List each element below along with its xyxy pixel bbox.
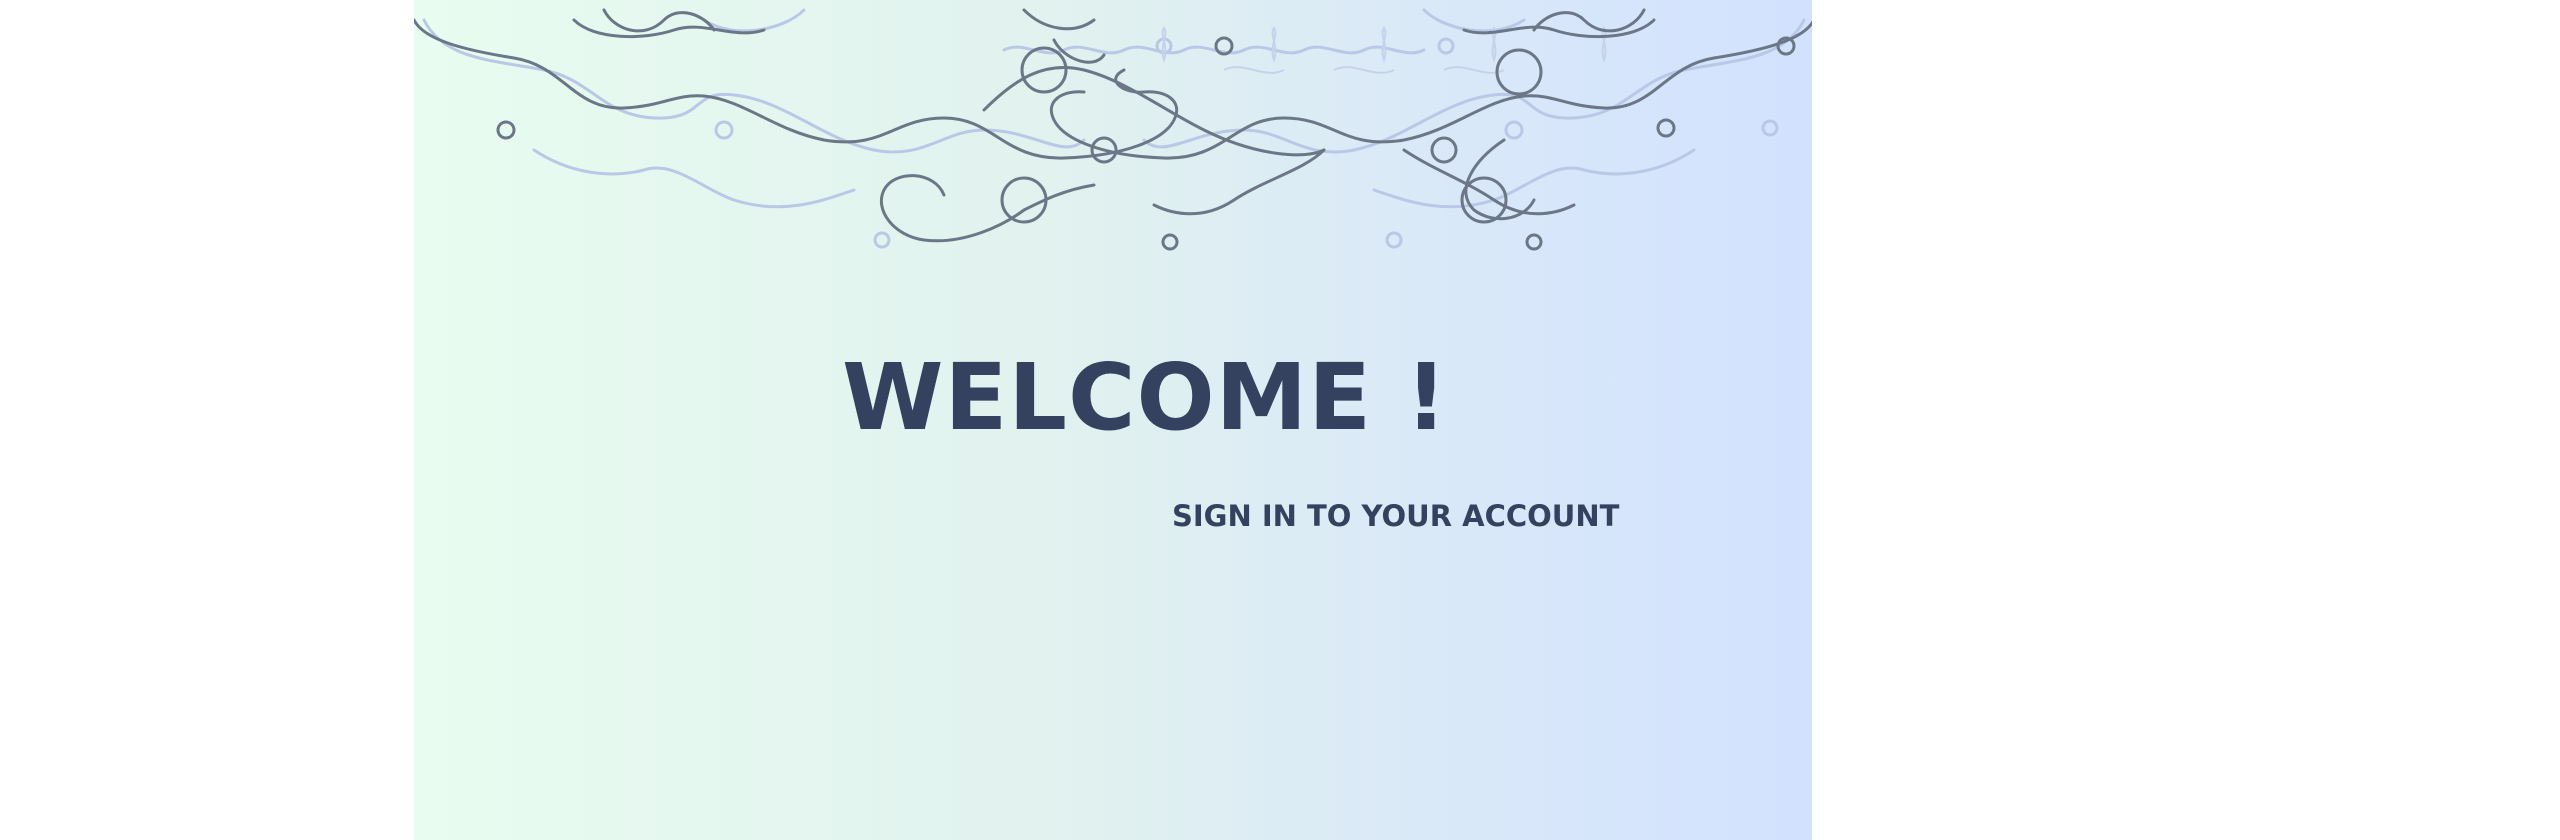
welcome-heading: WELCOME ! — [842, 344, 1449, 451]
welcome-panel: WELCOME ! SIGN IN TO YOUR ACCOUNT — [414, 0, 1812, 840]
filigree-ornament-icon — [414, 8, 1812, 251]
sign-in-subtitle: SIGN IN TO YOUR ACCOUNT — [1172, 499, 1620, 533]
